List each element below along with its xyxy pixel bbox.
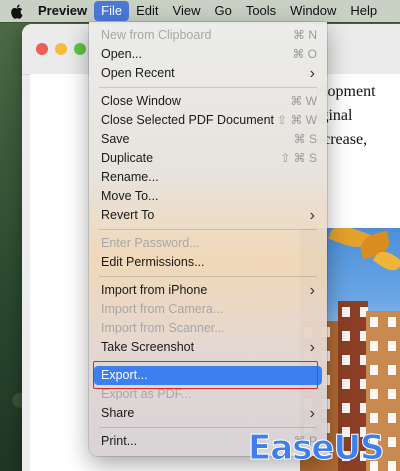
menu-separator [99, 229, 317, 230]
keyboard-shortcut: ⌘ N [293, 28, 317, 42]
menu-help[interactable]: Help [343, 0, 384, 22]
menu-item-import-from-scanner: Import from Scanner... [89, 319, 327, 338]
menu-item-label: Take Screenshot [101, 340, 195, 354]
menu-window[interactable]: Window [283, 0, 343, 22]
minimize-window-button[interactable] [55, 43, 67, 55]
menu-item-label: Import from Camera... [101, 302, 224, 316]
chevron-right-icon: › [309, 339, 315, 356]
keyboard-shortcut: ⇧ ⌘ W [276, 113, 317, 127]
keyboard-shortcut: ⇧ ⌘ S [280, 151, 317, 165]
menu-item-label: Duplicate [101, 151, 154, 165]
chevron-right-icon: › [309, 65, 315, 82]
menu-separator [99, 361, 317, 362]
menu-item-label: New from Clipboard [101, 28, 212, 42]
menu-item-revert-to[interactable]: Revert To › [89, 206, 327, 225]
menu-item-label: Rename... [101, 170, 159, 184]
menu-edit[interactable]: Edit [129, 0, 165, 22]
menu-item-enter-password: Enter Password... [89, 234, 327, 253]
menu-item-open-recent[interactable]: Open Recent › [89, 64, 327, 83]
file-menu-dropdown: New from Clipboard ⌘ N Open... ⌘ O Open Rece… [89, 22, 327, 456]
menu-bar: Preview File Edit View Go Tools Window H… [0, 0, 400, 22]
menu-item-export-as-pdf: Export as PDF... [89, 385, 327, 404]
menu-item-duplicate[interactable]: Duplicate ⇧ ⌘ S [89, 149, 327, 168]
easeus-logo-text: EaseUS [248, 428, 386, 469]
apple-logo-icon[interactable] [10, 3, 24, 19]
menu-item-rename[interactable]: Rename... [89, 168, 327, 187]
chevron-right-icon: › [309, 207, 315, 224]
menu-item-label: Move To... [101, 189, 159, 203]
menu-item-label: Import from iPhone [101, 283, 208, 297]
menu-item-label: Revert To [101, 208, 155, 222]
menu-item-label: Share [101, 406, 135, 420]
menu-tools[interactable]: Tools [239, 0, 283, 22]
keyboard-shortcut: ⌘ W [290, 94, 317, 108]
menu-go[interactable]: Go [207, 0, 238, 22]
menu-item-label: Enter Password... [101, 236, 200, 250]
menu-item-label: Close Window [101, 94, 181, 108]
easeus-watermark-logo: EaseUS [248, 428, 386, 469]
menu-item-edit-permissions[interactable]: Edit Permissions... [89, 253, 327, 272]
menu-item-new-from-clipboard: New from Clipboard ⌘ N [89, 26, 327, 45]
menu-item-share[interactable]: Share › [89, 404, 327, 423]
menu-item-import-from-camera: Import from Camera... [89, 300, 327, 319]
keyboard-shortcut: ⌘ O [292, 47, 317, 61]
menu-separator [99, 87, 317, 88]
zoom-window-button[interactable] [74, 43, 86, 55]
menu-item-label: Export as PDF... [101, 387, 192, 401]
menu-item-label: Edit Permissions... [101, 255, 205, 269]
menu-item-label: Save [101, 132, 130, 146]
close-window-button[interactable] [36, 43, 48, 55]
keyboard-shortcut: ⌘ S [293, 132, 317, 146]
menu-item-open[interactable]: Open... ⌘ O [89, 45, 327, 64]
menu-item-move-to[interactable]: Move To... [89, 187, 327, 206]
menu-item-label: Import from Scanner... [101, 321, 225, 335]
chevron-right-icon: › [309, 405, 315, 422]
menu-item-export[interactable]: Export... [94, 366, 322, 385]
menu-item-close-window[interactable]: Close Window ⌘ W [89, 92, 327, 111]
menu-item-save[interactable]: Save ⌘ S [89, 130, 327, 149]
menu-separator [99, 276, 317, 277]
menu-item-label: Print... [101, 434, 138, 448]
chevron-right-icon: › [309, 282, 315, 299]
menu-item-label: Export... [101, 368, 148, 382]
menu-item-label: Open Recent [101, 66, 175, 80]
menu-app-preview[interactable]: Preview [30, 0, 94, 22]
menu-item-label: Close Selected PDF Document [101, 113, 274, 127]
menu-item-import-from-iphone[interactable]: Import from iPhone › [89, 281, 327, 300]
menu-view[interactable]: View [166, 0, 208, 22]
menu-item-close-selected-pdf-document[interactable]: Close Selected PDF Document ⇧ ⌘ W [89, 111, 327, 130]
menu-item-take-screenshot[interactable]: Take Screenshot › [89, 338, 327, 357]
menu-item-label: Open... [101, 47, 142, 61]
menu-file[interactable]: File [94, 1, 130, 21]
